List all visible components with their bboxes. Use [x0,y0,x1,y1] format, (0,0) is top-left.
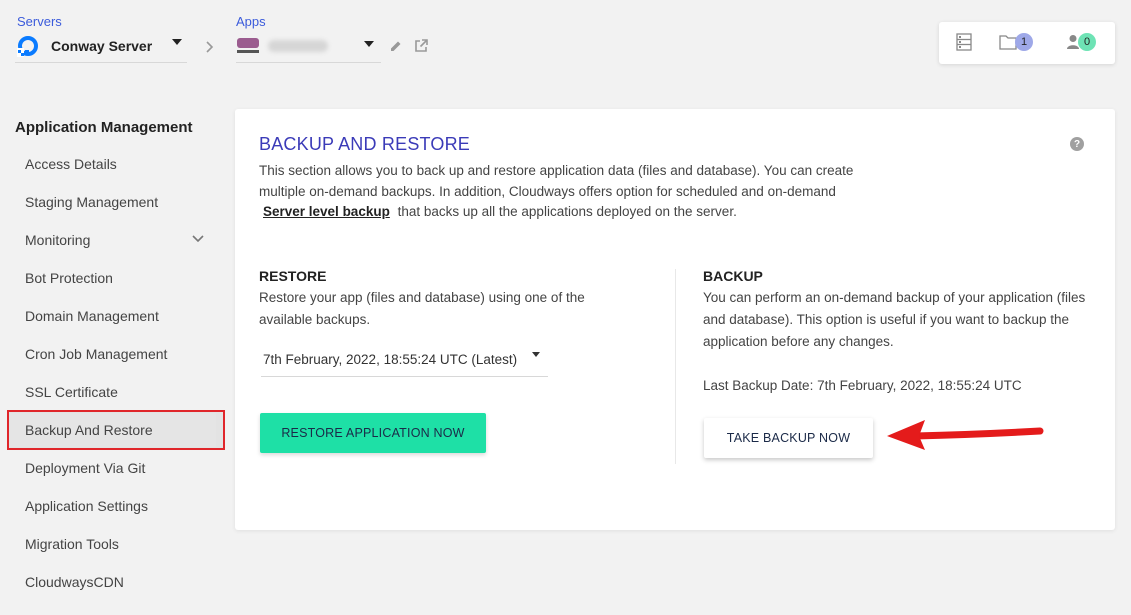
column-divider [675,269,676,464]
sidebar-item-ssl-certificate[interactable]: SSL Certificate [8,373,224,411]
server-list-icon [956,33,972,51]
sidebar-item-label: Application Settings [25,498,148,514]
sidebar-item-label: SSL Certificate [25,384,118,400]
sidebar-item-staging-management[interactable]: Staging Management [8,183,224,221]
chevron-down-icon[interactable] [192,235,204,243]
description-text: This section allows you to back up and r… [259,163,854,199]
sidebar-item-label: Backup And Restore [25,422,153,438]
files-count-badge: 1 [1015,33,1033,51]
top-toolbar: 1 0 [939,22,1115,64]
external-link-icon[interactable] [414,39,428,53]
annotation-arrow-icon [887,420,1044,450]
sidebar-nav: Access Details Staging Management Monito… [7,145,225,601]
section-description: This section allows you to back up and r… [259,161,859,223]
sidebar-item-application-settings[interactable]: Application Settings [8,487,224,525]
servers-label: Servers [17,14,62,29]
restore-title: RESTORE [259,268,327,284]
edit-pencil-icon[interactable] [390,40,402,52]
sidebar-item-migration-tools[interactable]: Migration Tools [8,525,224,563]
apps-breadcrumb: Apps [236,14,381,63]
last-backup-date: Last Backup Date: 7th February, 2022, 18… [703,378,1022,393]
description-text-end: that backs up all the applications deplo… [397,204,737,219]
digitalocean-logo-icon [17,35,38,57]
servers-breadcrumb: Servers Conway Server [15,14,187,63]
woocommerce-logo-icon [236,37,260,55]
backup-title: BACKUP [703,268,763,284]
help-icon[interactable]: ? [1070,137,1084,151]
server-selector[interactable]: Conway Server [15,35,187,63]
app-selector[interactable] [236,35,381,63]
sidebar-item-domain-management[interactable]: Domain Management [8,297,224,335]
sidebar-item-label: Access Details [25,156,117,172]
server-level-backup-link[interactable]: Server level backup [263,204,390,219]
sidebar-item-label: Monitoring [25,232,91,248]
sidebar-item-label: Bot Protection [25,270,113,286]
sidebar-item-backup-and-restore[interactable]: Backup And Restore [7,410,225,450]
restore-description: Restore your app (files and database) us… [259,290,585,327]
backup-version-select[interactable]: 7th February, 2022, 18:55:24 UTC (Latest… [261,342,548,377]
users-count-badge: 0 [1078,33,1096,51]
sidebar-item-label: CloudwaysCDN [25,574,124,590]
sidebar-title: Application Management [15,119,193,136]
app-name-redacted [268,39,328,52]
users-button[interactable]: 0 [1066,33,1096,51]
files-button[interactable]: 1 [999,33,1033,51]
backup-restore-card: BACKUP AND RESTORE ? This section allows… [235,109,1115,530]
sidebar-item-access-details[interactable]: Access Details [8,145,224,183]
breadcrumb-separator-icon [206,40,214,56]
app-dropdown-caret-icon[interactable] [364,41,374,47]
selected-backup-value: 7th February, 2022, 18:55:24 UTC (Latest… [263,351,518,367]
sidebar-item-cron-job-management[interactable]: Cron Job Management [8,335,224,373]
page-title: BACKUP AND RESTORE [259,134,470,154]
sidebar-item-label: Deployment Via Git [25,460,146,476]
server-dropdown-caret-icon[interactable] [172,39,182,45]
sidebar-item-label: Domain Management [25,308,159,324]
sidebar-item-cloudwayscdn[interactable]: CloudwaysCDN [8,563,224,601]
server-list-button[interactable] [956,33,972,51]
restore-application-button[interactable]: RESTORE APPLICATION NOW [260,413,486,453]
sidebar-item-bot-protection[interactable]: Bot Protection [8,259,224,297]
backup-select-caret-icon [532,352,540,357]
take-backup-button[interactable]: TAKE BACKUP NOW [704,418,873,458]
sidebar-item-label: Migration Tools [25,536,119,552]
sidebar-item-label: Cron Job Management [25,346,168,362]
sidebar-item-monitoring[interactable]: Monitoring [8,221,224,259]
backup-description: You can perform an on-demand backup of y… [703,290,1086,349]
apps-label: Apps [236,14,266,29]
server-name: Conway Server [51,37,153,54]
sidebar-item-label: Staging Management [25,194,159,210]
sidebar-item-deployment-via-git[interactable]: Deployment Via Git [8,449,224,487]
